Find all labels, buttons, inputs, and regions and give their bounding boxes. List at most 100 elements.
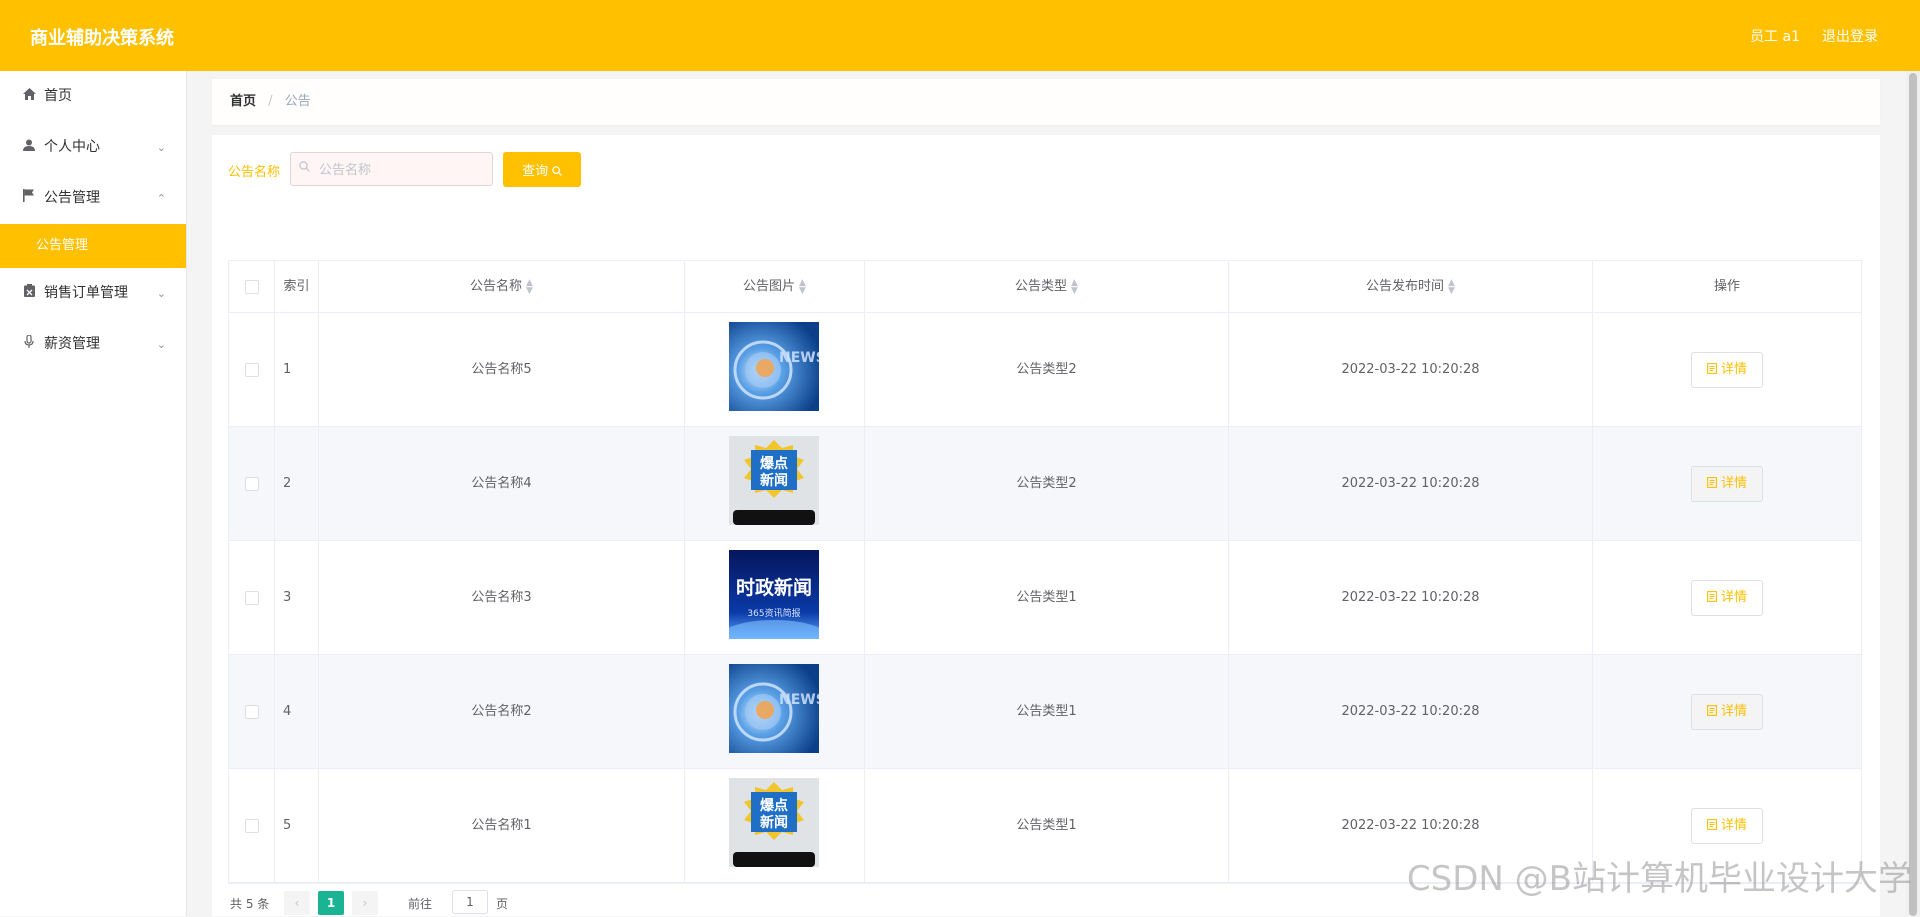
name-cell: 公告名称2 <box>319 655 685 768</box>
app-title: 商业辅助决策系统 <box>30 28 174 49</box>
row-checkbox[interactable] <box>244 704 259 719</box>
index-cell: 5 <box>275 769 319 882</box>
breadcrumb-current: 公告 <box>284 94 311 109</box>
table-row: 1公告名称5 NEWS 公告类型22022-03-22 10:20:28 详情 <box>229 313 1861 427</box>
notice-table: 索引 公告名称 ▲ ▼ 公告图片 ▲ ▼ 公告类型 ▲ ▼ 公告发布时间 ▲ ▼ 操作 1 公告名… <box>228 260 1862 884</box>
action-cell: 详情 <box>1593 427 1861 540</box>
row-checkbox[interactable] <box>244 590 259 605</box>
row-checkbox[interactable] <box>244 476 259 491</box>
sidebar-item-label: 销售订单管理 <box>44 285 128 301</box>
detail-button-label: 详情 <box>1720 361 1747 377</box>
search-field[interactable] <box>290 152 493 186</box>
search-icon <box>299 161 310 175</box>
image-cell: NEWS <box>685 655 865 768</box>
time-cell: 2022-03-22 10:20:28 <box>1229 541 1593 654</box>
detail-button[interactable]: 详情 <box>1691 351 1763 388</box>
column-header[interactable]: 公告图片 ▲ ▼ <box>685 261 865 312</box>
detail-button[interactable]: 详情 <box>1691 693 1763 730</box>
top-bar: 商业辅助决策系统 员工 a1 退出登录 <box>0 0 1920 71</box>
row-select-cell <box>229 541 275 654</box>
search-button[interactable]: 查询 <box>503 152 581 187</box>
prev-page-button[interactable]: ‹ <box>284 891 310 915</box>
microphone-icon <box>22 319 36 370</box>
goto-page-input[interactable] <box>452 890 488 914</box>
notice-thumbnail[interactable]: 爆点 新闻 <box>729 436 819 525</box>
image-cell: NEWS <box>685 313 865 426</box>
next-page-button[interactable]: › <box>352 891 378 915</box>
svg-text:爆点: 爆点 <box>760 455 788 472</box>
time-cell: 2022-03-22 10:20:28 <box>1229 655 1593 768</box>
detail-button[interactable]: 详情 <box>1691 465 1763 502</box>
image-cell: 爆点 新闻 <box>685 769 865 882</box>
time-cell: 2022-03-22 10:20:28 <box>1229 427 1593 540</box>
index-cell: 2 <box>275 427 319 540</box>
sidebar-item-notice[interactable]: 公告管理 ⌃ <box>0 173 186 224</box>
column-header[interactable]: 公告类型 ▲ ▼ <box>865 261 1229 312</box>
column-header[interactable]: 公告发布时间 ▲ ▼ <box>1229 261 1593 312</box>
sort-icon[interactable]: ▲ ▼ <box>1448 278 1455 295</box>
time-cell: 2022-03-22 10:20:28 <box>1229 313 1593 426</box>
svg-text:365资讯简报: 365资讯简报 <box>747 607 800 619</box>
logout-link[interactable]: 退出登录 <box>1822 26 1878 46</box>
search-icon <box>552 163 562 178</box>
sidebar-item-label: 薪资管理 <box>44 336 100 352</box>
watermark: CSDN @B站计算机毕业设计大学 <box>1406 859 1912 899</box>
chevron-down-icon: ⌄ <box>156 338 166 351</box>
select-all-checkbox[interactable] <box>244 279 259 294</box>
svg-text:新闻: 新闻 <box>760 814 788 831</box>
name-cell: 公告名称3 <box>319 541 685 654</box>
clipboard-icon <box>22 268 36 319</box>
sort-icon[interactable]: ▲ ▼ <box>799 278 806 295</box>
action-cell: 详情 <box>1593 541 1861 654</box>
scrollbar-thumb[interactable] <box>1909 73 1917 916</box>
chevron-down-icon: ⌄ <box>156 287 166 300</box>
image-cell: 爆点 新闻 <box>685 427 865 540</box>
index-cell: 4 <box>275 655 319 768</box>
detail-button[interactable]: 详情 <box>1691 579 1763 616</box>
type-cell: 公告类型2 <box>865 427 1229 540</box>
sidebar-subitem-notice-manage[interactable]: 公告管理 <box>0 224 186 268</box>
search-input[interactable] <box>317 159 491 181</box>
detail-button[interactable]: 详情 <box>1691 807 1763 844</box>
sidebar: 首页 个人中心 ⌄ 公告管理 ⌃ 公告管理 销售订单管理 ⌄ 薪资管理 ⌄ <box>0 71 187 916</box>
main-content: 首页 / 公告 公告名称 查询 索引 公告名称▲▼ <box>212 79 1880 916</box>
column-header-label: 公告名称 <box>470 279 523 294</box>
sidebar-item-label: 公告管理 <box>44 190 100 206</box>
page-number-button[interactable]: 1 <box>318 891 344 915</box>
sidebar-item-home[interactable]: 首页 <box>0 71 186 122</box>
select-all-cell <box>229 261 275 312</box>
detail-button-label: 详情 <box>1720 703 1747 719</box>
page-scrollbar[interactable] <box>1906 71 1920 916</box>
column-header-label: 索引 <box>283 279 310 294</box>
index-cell: 1 <box>275 313 319 426</box>
sort-icon[interactable]: ▲ ▼ <box>1071 278 1078 295</box>
content-panel: 公告名称 查询 索引 公告名称▲▼ 公告图片▲▼ 公告类型▲▼ <box>212 135 1880 916</box>
sidebar-item-sales-orders[interactable]: 销售订单管理 ⌄ <box>0 268 186 319</box>
chevron-up-icon: ⌃ <box>156 192 166 205</box>
type-cell: 公告类型2 <box>865 313 1229 426</box>
notice-thumbnail[interactable]: 爆点 新闻 <box>729 778 819 867</box>
row-checkbox[interactable] <box>244 818 259 833</box>
notice-thumbnail[interactable]: NEWS <box>729 664 819 753</box>
notice-thumbnail[interactable]: 时政新闻 365资讯简报 <box>729 550 819 639</box>
goto-unit: 页 <box>496 897 509 911</box>
sidebar-item-label: 个人中心 <box>44 139 100 155</box>
breadcrumb-separator: / <box>268 94 273 109</box>
home-icon <box>22 71 36 122</box>
table-row: 4公告名称2 NEWS 公告类型12022-03-22 10:20:28 详情 <box>229 655 1861 769</box>
column-header[interactable]: 公告名称 ▲ ▼ <box>319 261 685 312</box>
type-cell: 公告类型1 <box>865 769 1229 882</box>
breadcrumb-home[interactable]: 首页 <box>230 94 256 109</box>
row-select-cell <box>229 655 275 768</box>
column-header-label: 公告图片 <box>743 279 796 294</box>
sidebar-item-profile[interactable]: 个人中心 ⌄ <box>0 122 186 173</box>
name-cell: 公告名称1 <box>319 769 685 882</box>
row-checkbox[interactable] <box>244 362 259 377</box>
row-select-cell <box>229 769 275 882</box>
sort-icon[interactable]: ▲ ▼ <box>526 278 533 295</box>
document-icon <box>1707 818 1721 833</box>
notice-thumbnail[interactable]: NEWS <box>729 322 819 411</box>
sidebar-item-salary[interactable]: 薪资管理 ⌄ <box>0 319 186 370</box>
document-icon <box>1707 476 1721 491</box>
search-label: 公告名称 <box>228 165 281 180</box>
